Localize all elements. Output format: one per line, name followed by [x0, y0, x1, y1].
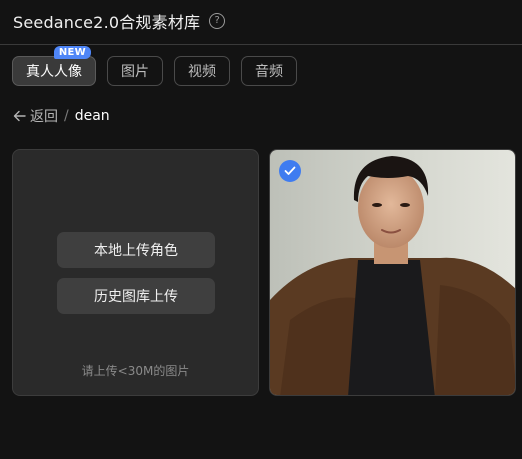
tab-label: 真人人像 [26, 64, 82, 80]
tab-label: 视频 [188, 64, 216, 80]
local-upload-label: 本地上传角色 [94, 243, 178, 259]
portrait-card[interactable] [269, 149, 516, 396]
breadcrumb-current: dean [74, 108, 110, 124]
upload-card: 本地上传角色 历史图库上传 请上传<30M的图片 [12, 149, 259, 396]
help-icon[interactable]: ? [209, 13, 226, 29]
new-badge: NEW [53, 46, 91, 59]
arrow-left-icon [13, 110, 26, 122]
local-upload-button[interactable]: 本地上传角色 [57, 232, 215, 268]
tab-label: 图片 [121, 64, 149, 80]
upload-hint: 请上传<30M的图片 [81, 364, 190, 378]
history-upload-button[interactable]: 历史图库上传 [57, 278, 215, 314]
back-link[interactable]: 返回 [13, 106, 58, 126]
back-label: 返回 [30, 109, 58, 125]
category-tabs: 真人人像 NEW 图片 视频 音频 [12, 46, 297, 86]
selected-check-icon[interactable] [279, 160, 301, 182]
tab-real-portrait[interactable]: 真人人像 NEW [12, 46, 96, 86]
portrait-image [270, 150, 515, 395]
header: Seedance2.0合规素材库 ? [0, 0, 522, 45]
page-title-row: Seedance2.0合规素材库 ? [13, 9, 226, 33]
tab-videos[interactable]: 视频 [174, 56, 230, 86]
tab-images[interactable]: 图片 [107, 56, 163, 86]
tab-audio[interactable]: 音频 [241, 56, 297, 86]
page-title: Seedance2.0合规素材库 [13, 13, 201, 32]
history-upload-label: 历史图库上传 [94, 289, 178, 305]
breadcrumb: 返回 / dean [13, 106, 110, 126]
breadcrumb-separator: / [64, 108, 69, 124]
tab-label: 音频 [255, 64, 283, 80]
